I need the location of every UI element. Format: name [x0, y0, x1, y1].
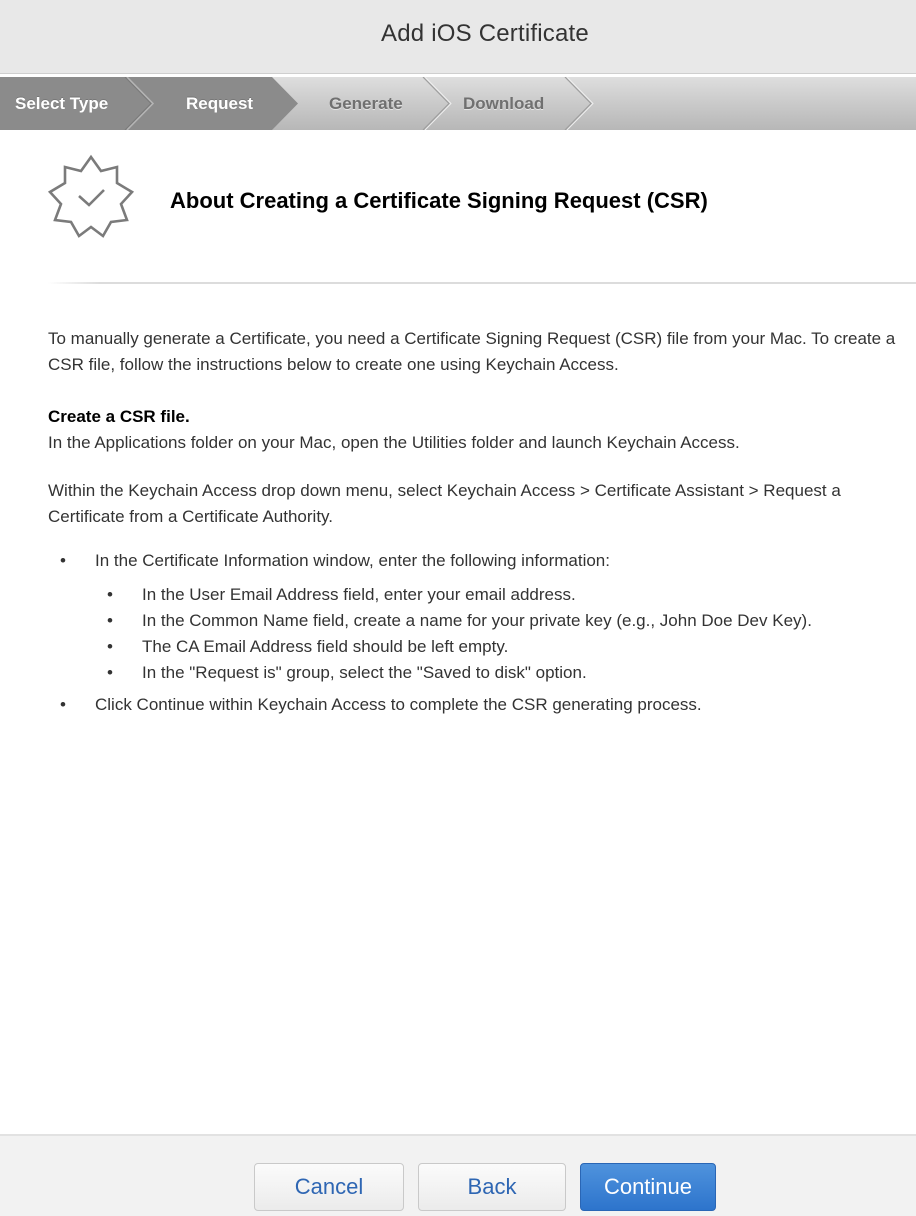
- sub-list-item: • In the Common Name field, create a nam…: [95, 608, 898, 634]
- launch-paragraph: In the Applications folder on your Mac, …: [48, 433, 740, 452]
- back-button[interactable]: Back: [418, 1163, 566, 1211]
- intro-paragraph: To manually generate a Certificate, you …: [48, 329, 896, 374]
- page-heading: About Creating a Certificate Signing Req…: [170, 188, 708, 213]
- step-divider-4-hl: [566, 77, 594, 130]
- sub-list-item: • In the "Request is" group, select the …: [95, 660, 898, 686]
- sub-list-item: • In the User Email Address field, enter…: [95, 582, 898, 608]
- step-progress-bar: Select Type Request Generate Download: [0, 77, 916, 130]
- step-select-type: Select Type: [15, 94, 109, 113]
- section-header: About Creating a Certificate Signing Req…: [0, 130, 916, 290]
- list-item: • In the Certificate Information window,…: [48, 548, 898, 686]
- step-download: Download: [463, 94, 545, 113]
- bullet-marker: •: [60, 695, 66, 714]
- step-divider-3-hl: [424, 77, 452, 130]
- footer-bar: Cancel Back Continue: [0, 1134, 916, 1216]
- list-item: • Click Continue within Keychain Access …: [48, 692, 898, 718]
- sub-list-item: • The CA Email Address field should be l…: [95, 634, 898, 660]
- bullet-marker: •: [107, 585, 113, 604]
- bullet-marker: •: [107, 663, 113, 682]
- step-divider-4: [564, 77, 592, 130]
- sub-list-item-text: In the Common Name field, create a name …: [142, 611, 812, 630]
- bullet-marker: •: [107, 637, 113, 656]
- cancel-button[interactable]: Cancel: [254, 1163, 404, 1211]
- list-item-text: In the Certificate Information window, e…: [95, 551, 610, 570]
- certificate-badge-checkmark-icon: [48, 154, 134, 238]
- sub-list: • In the User Email Address field, enter…: [95, 582, 898, 686]
- bullet-marker: •: [60, 551, 66, 570]
- list-item-text: Click Continue within Keychain Access to…: [95, 695, 702, 714]
- sub-list-item-text: The CA Email Address field should be lef…: [142, 637, 509, 656]
- step-request: Request: [186, 94, 254, 113]
- heading-divider: [48, 282, 916, 284]
- sub-list-item-text: In the User Email Address field, enter y…: [142, 585, 576, 604]
- instructions-content: To manually generate a Certificate, you …: [48, 326, 898, 718]
- step-generate: Generate: [329, 94, 403, 113]
- steps-list: • In the Certificate Information window,…: [48, 548, 898, 718]
- step-divider-3: [422, 77, 450, 130]
- window-title: Add iOS Certificate: [381, 19, 589, 47]
- sub-list-item-text: In the "Request is" group, select the "S…: [142, 663, 587, 682]
- section-heading: Create a CSR file.: [48, 407, 190, 426]
- bullet-marker: •: [107, 611, 113, 630]
- continue-button[interactable]: Continue: [580, 1163, 716, 1211]
- menu-paragraph: Within the Keychain Access drop down men…: [48, 481, 841, 526]
- window-title-bar: Add iOS Certificate: [0, 0, 916, 74]
- step-chevrons: [0, 77, 594, 130]
